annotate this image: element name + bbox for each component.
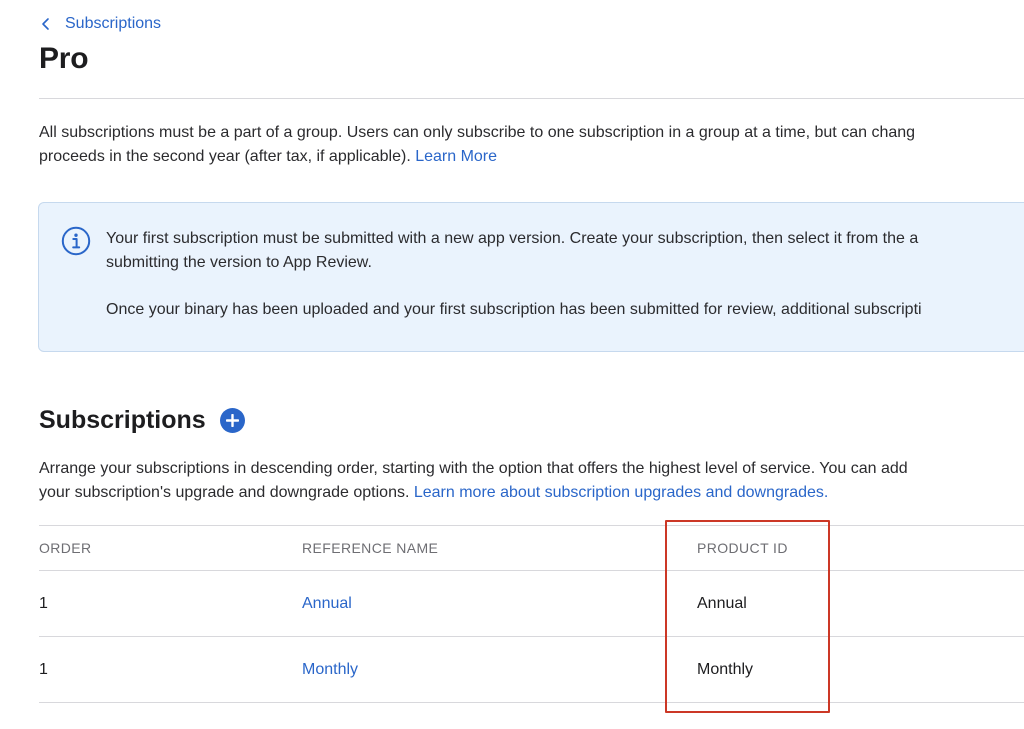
info-banner-paragraph-1: Your first subscription must be submitte…	[106, 227, 1024, 275]
subscriptions-description: Arrange your subscriptions in descending…	[39, 457, 1024, 505]
page: Subscriptions Pro All subscriptions must…	[0, 0, 1024, 729]
divider	[39, 98, 1024, 99]
intro-text: All subscriptions must be a part of a gr…	[39, 121, 1024, 169]
reference-name-cell: Monthly	[302, 637, 358, 702]
intro-line-1: All subscriptions must be a part of a gr…	[39, 124, 916, 141]
chevron-left-icon	[42, 18, 49, 30]
subscriptions-desc-line-2: your subscription's upgrade and downgrad…	[39, 481, 1024, 505]
info-banner: Your first subscription must be submitte…	[38, 202, 1024, 352]
info-banner-text: Your first subscription must be submitte…	[106, 227, 1024, 322]
order-cell: 1	[39, 660, 48, 678]
upgrades-downgrades-link[interactable]: Learn more about subscription upgrades a…	[414, 484, 829, 501]
info-banner-paragraph-2: Once your binary has been uploaded and y…	[106, 301, 922, 318]
reference-name-link[interactable]: Monthly	[302, 661, 358, 679]
subscriptions-table: ORDER REFERENCE NAME PRODUCT ID 1 Annual…	[39, 525, 1024, 703]
plus-icon	[225, 414, 239, 427]
info-line-1: Your first subscription must be submitte…	[106, 230, 919, 247]
product-id-highlight-box	[665, 520, 830, 713]
intro-line-2-text: proceeds in the second year (after tax, …	[39, 148, 416, 165]
subscriptions-header: Subscriptions	[39, 406, 245, 435]
subscriptions-title: Subscriptions	[39, 406, 206, 434]
info-line-2: submitting the version to App Review.	[106, 254, 372, 271]
reference-name-link[interactable]: Annual	[302, 595, 352, 613]
table-row[interactable]: 1 Monthly Monthly	[39, 636, 1024, 703]
breadcrumb-label[interactable]: Subscriptions	[65, 15, 161, 33]
column-header-order[interactable]: ORDER	[39, 526, 92, 570]
subscriptions-desc-line-2-text: your subscription's upgrade and downgrad…	[39, 484, 414, 501]
add-subscription-button[interactable]	[219, 408, 245, 433]
table-header-row: ORDER REFERENCE NAME PRODUCT ID	[39, 525, 1024, 570]
order-cell: 1	[39, 594, 48, 612]
table-row[interactable]: 1 Annual Annual	[39, 570, 1024, 636]
learn-more-link[interactable]: Learn More	[415, 148, 497, 165]
page-title: Pro	[39, 42, 89, 75]
subscriptions-desc-line-1: Arrange your subscriptions in descending…	[39, 460, 908, 477]
column-header-reference-name[interactable]: REFERENCE NAME	[302, 526, 438, 570]
reference-name-cell: Annual	[302, 571, 352, 636]
info-circle-icon	[61, 226, 91, 256]
intro-line-2: proceeds in the second year (after tax, …	[39, 145, 1024, 169]
breadcrumb-back[interactable]: Subscriptions	[39, 15, 161, 33]
